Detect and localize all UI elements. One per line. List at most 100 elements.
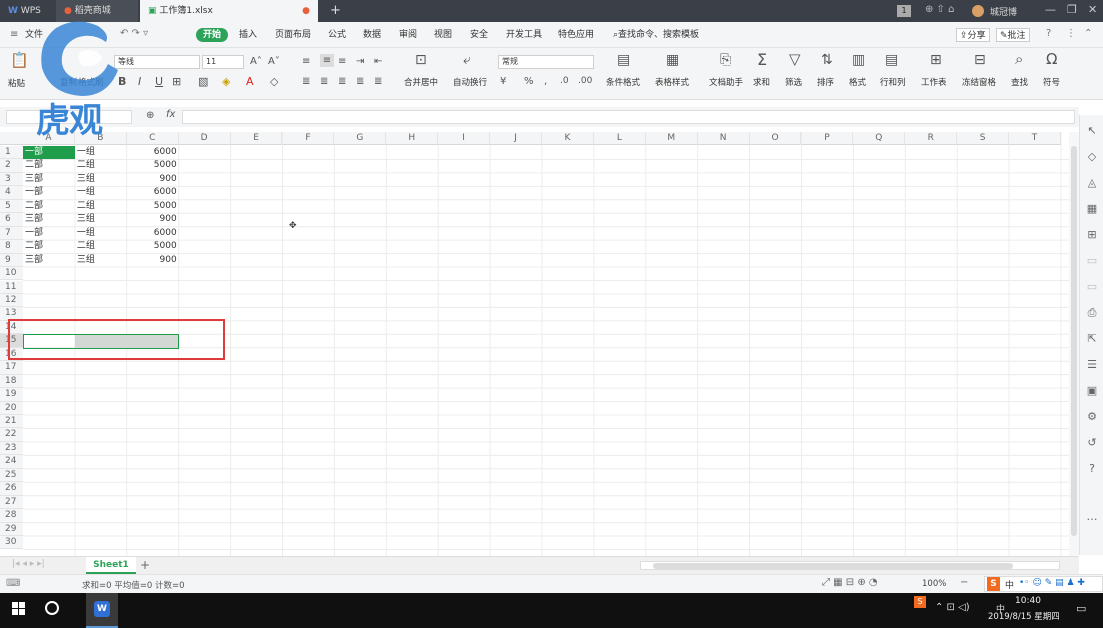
horizontal-scroll-thumb[interactable]: [653, 563, 1013, 569]
row-header-22[interactable]: 22: [0, 428, 23, 442]
thousands-icon[interactable]: ,: [544, 75, 547, 88]
paste-button[interactable]: 粘贴: [8, 77, 25, 89]
conditional-format-icon[interactable]: ▤: [617, 53, 630, 67]
cell-c6[interactable]: 900: [127, 213, 179, 226]
pointer-icon[interactable]: ↖: [1085, 124, 1099, 138]
zoom-level[interactable]: 100%: [922, 579, 946, 589]
paste-icon[interactable]: 📋: [10, 53, 29, 68]
cell-c9[interactable]: 900: [127, 254, 179, 267]
clock-time[interactable]: 10:40: [1015, 596, 1041, 606]
macro-icon[interactable]: ⌨: [6, 578, 20, 589]
align-middle-icon[interactable]: ≡: [320, 54, 334, 67]
cell-a3[interactable]: 三部: [23, 173, 75, 186]
distribute-icon[interactable]: ≣: [374, 75, 382, 88]
horizontal-scrollbar[interactable]: [640, 561, 1060, 570]
vertical-scrollbar[interactable]: [1069, 132, 1079, 556]
cell-a4[interactable]: 一部: [23, 186, 75, 199]
new-tab-button[interactable]: +: [326, 0, 346, 22]
filter-button[interactable]: 筛选: [785, 76, 802, 88]
merge-icon[interactable]: ⊡: [415, 53, 427, 67]
worksheet-icon[interactable]: ⊞: [930, 53, 942, 67]
font-size-select[interactable]: 11: [202, 55, 244, 69]
help-icon[interactable]: ?: [1046, 28, 1051, 39]
grid-apps-icon[interactable]: ⊞: [1085, 228, 1099, 242]
format-button[interactable]: 格式: [849, 76, 866, 88]
row-header-21[interactable]: 21: [0, 415, 23, 429]
decrease-decimal-icon[interactable]: .00: [578, 75, 592, 88]
find-icon[interactable]: ⌕: [1015, 52, 1023, 67]
sheet-tab-sheet1[interactable]: Sheet1: [86, 557, 136, 574]
row-header-5[interactable]: 5: [0, 199, 23, 214]
row-header-10[interactable]: 10: [0, 267, 23, 281]
outdent-icon[interactable]: ⇤: [374, 55, 382, 68]
font-shrink-icon[interactable]: A˅: [268, 55, 280, 68]
align-center-icon[interactable]: ≣: [320, 75, 328, 88]
row-header-11[interactable]: 11: [0, 280, 23, 294]
sum-icon[interactable]: Σ: [757, 52, 767, 68]
tray-sogou-icon[interactable]: S: [914, 596, 926, 608]
currency-icon[interactable]: ¥: [500, 75, 506, 88]
column-header-f[interactable]: F: [282, 132, 335, 145]
row-header-23[interactable]: 23: [0, 441, 23, 456]
symbol-icon[interactable]: Ω: [1046, 52, 1057, 67]
zoom-out-icon[interactable]: −: [960, 577, 968, 588]
cell-b5[interactable]: 二组: [75, 200, 127, 213]
row-header-20[interactable]: 20: [0, 401, 23, 415]
column-header-t[interactable]: T: [1009, 132, 1061, 145]
cell-a6[interactable]: 三部: [23, 213, 75, 226]
row-header-3[interactable]: 3: [0, 172, 23, 187]
column-header-r[interactable]: R: [905, 132, 958, 145]
column-header-s[interactable]: S: [957, 132, 1010, 145]
font-name-select[interactable]: 等线: [114, 55, 200, 69]
print-preview-icon[interactable]: ⎙: [1085, 306, 1099, 320]
column-header-l[interactable]: L: [593, 132, 646, 145]
comment-button[interactable]: ✎批注: [996, 28, 1030, 42]
row-header-2[interactable]: 2: [0, 159, 23, 173]
select-all-corner[interactable]: [0, 132, 23, 145]
close-icon[interactable]: ✕: [1088, 3, 1097, 16]
menu-insert[interactable]: 插入: [239, 28, 257, 42]
menu-special[interactable]: 特色应用: [558, 28, 594, 42]
symbol-button[interactable]: 符号: [1043, 76, 1060, 88]
collapse-ribbon-icon[interactable]: ⌃: [1084, 28, 1092, 39]
row-header-8[interactable]: 8: [0, 240, 23, 254]
undo-redo-icons[interactable]: ↶ ↷ ▿: [120, 28, 148, 39]
column-header-i[interactable]: I: [438, 132, 491, 145]
cortana-icon[interactable]: [45, 601, 59, 615]
taskbar-wps-app[interactable]: W: [86, 593, 118, 628]
clear-icon[interactable]: ◇: [270, 75, 278, 88]
menu-page-layout[interactable]: 页面布局: [275, 28, 311, 42]
font-color-icon[interactable]: A: [246, 75, 254, 88]
avatar[interactable]: [972, 5, 984, 17]
rowcol-button[interactable]: 行和列: [880, 76, 906, 88]
cell-b6[interactable]: 三组: [75, 213, 127, 226]
share-button[interactable]: ⇪分享: [956, 28, 990, 42]
tab-dot-icon[interactable]: ●: [302, 0, 310, 22]
doc-helper-button[interactable]: 文档助手: [709, 76, 743, 88]
cell-c7[interactable]: 6000: [127, 227, 179, 240]
number-format-select[interactable]: 常规: [498, 55, 594, 69]
column-header-d[interactable]: D: [178, 132, 231, 145]
cell-b7[interactable]: 一组: [75, 227, 127, 240]
column-header-o[interactable]: O: [749, 132, 802, 145]
column-header-m[interactable]: M: [645, 132, 698, 145]
column-header-h[interactable]: H: [386, 132, 439, 145]
style-icon[interactable]: ◬: [1085, 176, 1099, 190]
find-button[interactable]: 查找: [1011, 76, 1028, 88]
row-header-26[interactable]: 26: [0, 482, 23, 496]
row-header-12[interactable]: 12: [0, 293, 23, 308]
sort-button[interactable]: 排序: [817, 76, 834, 88]
merge-center-button[interactable]: 合并居中: [404, 76, 438, 88]
menu-review[interactable]: 审阅: [399, 28, 417, 42]
windows-start-icon[interactable]: [12, 602, 26, 616]
image-icon[interactable]: ▣: [1085, 384, 1099, 398]
cell-a2[interactable]: 二部: [23, 159, 75, 172]
font-grow-icon[interactable]: A˄: [250, 55, 262, 68]
cell-b8[interactable]: 二组: [75, 240, 127, 253]
cell-a5[interactable]: 二部: [23, 200, 75, 213]
row-header-29[interactable]: 29: [0, 522, 23, 537]
view-mode-icons[interactable]: ⤢ ▦ ⊟ ⊕ ◔: [822, 577, 878, 588]
align-left-icon[interactable]: ≣: [302, 75, 310, 88]
menu-start[interactable]: 开始: [196, 28, 229, 42]
align-top-icon[interactable]: ≡: [302, 55, 310, 68]
